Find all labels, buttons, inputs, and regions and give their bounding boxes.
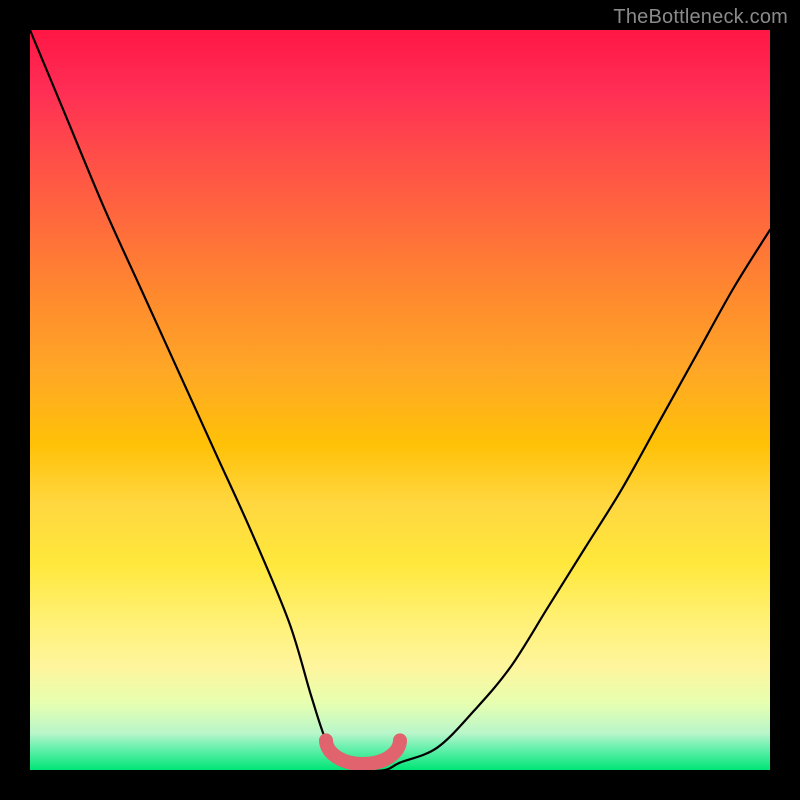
- plot-area: [30, 30, 770, 770]
- bottleneck-curve: [30, 30, 770, 770]
- watermark-text: TheBottleneck.com: [613, 6, 788, 29]
- chart-overlay: [30, 30, 770, 770]
- trough-highlight: [326, 740, 400, 764]
- chart-frame: TheBottleneck.com: [0, 0, 800, 800]
